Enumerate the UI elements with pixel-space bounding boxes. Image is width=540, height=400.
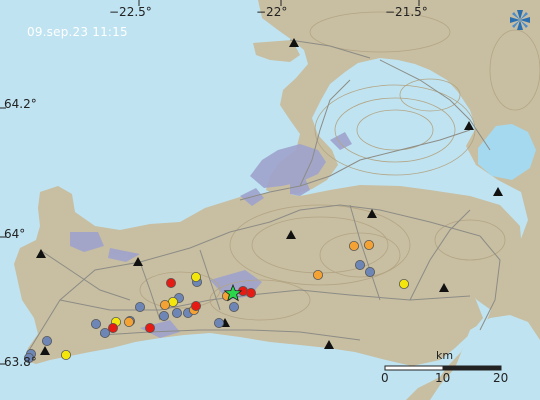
earthquake-marker-red[interactable]	[245, 287, 256, 298]
earthquake-marker-orange[interactable]	[312, 269, 323, 280]
compass-icon[interactable]	[506, 6, 534, 34]
earthquake-marker-blue[interactable]	[213, 317, 224, 328]
scale-bar-white	[384, 365, 444, 371]
lat-label-3: 63.8°	[4, 355, 37, 369]
earthquake-marker-yellow[interactable]	[61, 349, 72, 360]
lon-label-1: −22.5°	[109, 5, 152, 19]
earthquake-marker-blue[interactable]	[171, 307, 182, 318]
scale-unit: km	[436, 349, 454, 362]
lat-label-1: 64.2°	[4, 97, 37, 111]
earthquake-marker-red[interactable]	[144, 322, 155, 333]
scale-bar-black	[442, 365, 502, 371]
earthquake-marker-blue[interactable]	[228, 301, 239, 312]
earthquake-marker-blue[interactable]	[134, 301, 145, 312]
earthquake-marker-blue[interactable]	[91, 318, 102, 329]
earthquake-marker-red[interactable]	[165, 277, 176, 288]
map-canvas	[0, 0, 540, 400]
earthquake-marker-orange[interactable]	[159, 299, 170, 310]
lat-label-2: 64°	[4, 227, 26, 241]
earthquake-marker-orange[interactable]	[363, 239, 374, 250]
scale-bar	[384, 365, 502, 371]
earthquake-marker-yellow[interactable]	[190, 271, 201, 282]
earthquake-marker-blue[interactable]	[364, 266, 375, 277]
earthquake-marker-red[interactable]	[108, 322, 119, 333]
earthquake-marker-blue[interactable]	[100, 327, 111, 338]
earthquake-marker-blue[interactable]	[354, 259, 365, 270]
earthquake-marker-red[interactable]	[190, 300, 201, 311]
scale-tick-0: 0	[381, 371, 389, 385]
scale-tick-20: 20	[493, 371, 509, 385]
scale-tick-10: 10	[435, 371, 451, 385]
lon-label-2: −22°	[256, 5, 288, 19]
earthquake-marker-orange[interactable]	[124, 316, 135, 327]
earthquake-marker-yellow[interactable]	[398, 278, 409, 289]
earthquake-marker-orange[interactable]	[348, 240, 359, 251]
earthquake-map[interactable]: 09.sep.23 11:15 −22.5° −22° −21.5° 64.2°…	[0, 0, 540, 400]
map-timestamp: 09.sep.23 11:15	[27, 25, 128, 39]
earthquake-marker-blue[interactable]	[158, 310, 169, 321]
lon-label-3: −21.5°	[385, 5, 428, 19]
earthquake-marker-blue[interactable]	[42, 335, 53, 346]
